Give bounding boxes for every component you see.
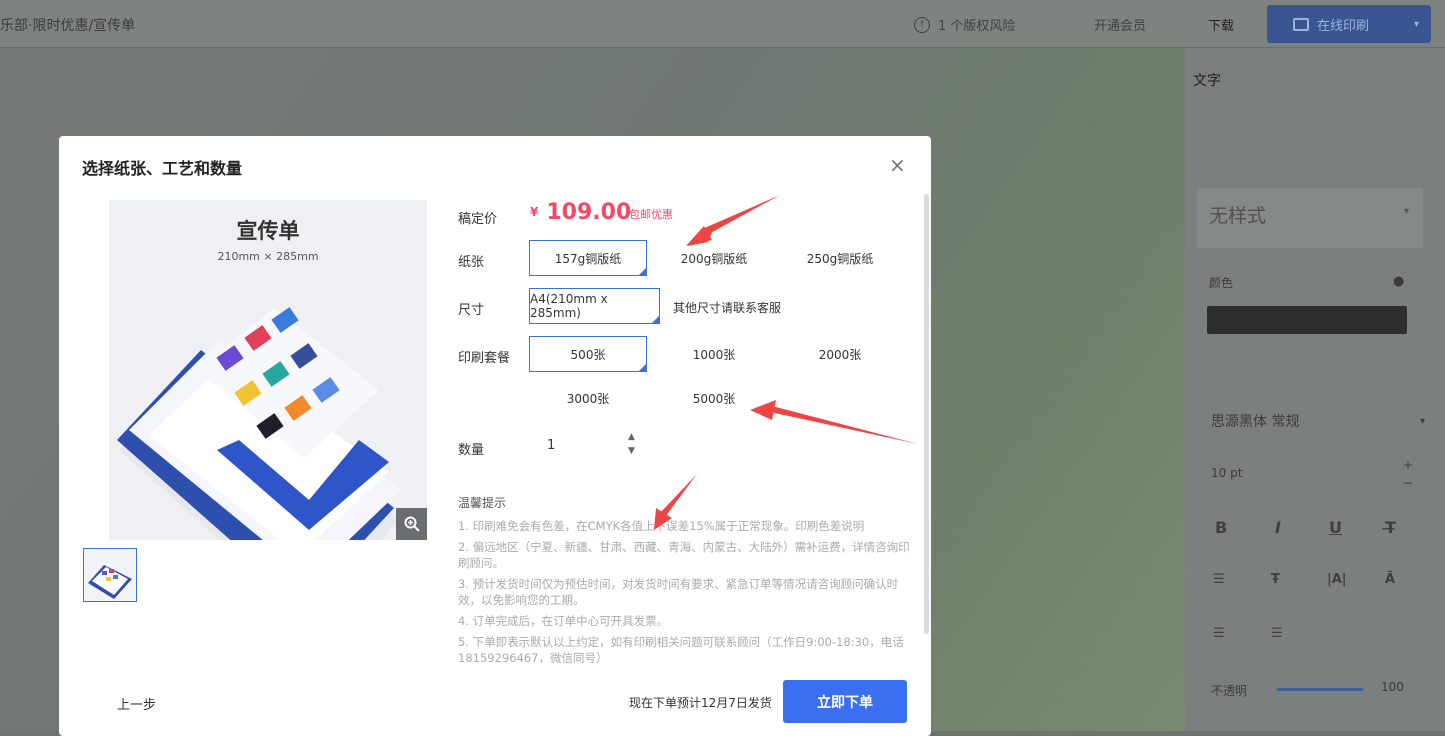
online-print-label: 在线印刷 (1317, 18, 1370, 34)
paper-option-157g[interactable]: 157g铜版纸 (529, 240, 647, 276)
bullet-list-icon[interactable]: ☰ (1213, 626, 1225, 641)
chevron-down-icon: ▾ (1419, 416, 1425, 427)
text-effect-icon[interactable]: Ā (1385, 572, 1395, 587)
chevron-down-icon: ▾ (1403, 206, 1409, 217)
font-size-value[interactable]: 10 pt (1211, 466, 1242, 480)
quantity-label: 数量 (458, 443, 485, 458)
warning-icon: ! (914, 16, 930, 33)
bold-button[interactable]: B (1215, 518, 1227, 537)
online-print-button[interactable]: 在线印刷 ▾ (1267, 5, 1431, 43)
price-label: 稿定价 (458, 212, 498, 227)
numbered-list-icon[interactable]: ☰ (1271, 626, 1283, 641)
package-option-1000[interactable]: 1000张 (655, 336, 773, 372)
breadcrumb[interactable]: 乐部·限时优惠/宣传单 (0, 15, 135, 35)
package-option-500[interactable]: 500张 (529, 336, 647, 372)
chevron-down-icon[interactable]: ▾ (1414, 19, 1419, 30)
close-icon[interactable]: × (889, 153, 906, 177)
copyright-notice[interactable]: ! 1 个版权风险 (914, 15, 1015, 34)
free-shipping-badge: 包邮优惠 (629, 208, 673, 221)
palette-icon[interactable]: ● (1393, 274, 1404, 289)
tip-item: 4. 订单完成后，在订单中心可开具发票。 (458, 614, 669, 628)
paper-option-250g[interactable]: 250g铜版纸 (781, 240, 899, 276)
zoom-in-icon[interactable] (396, 508, 427, 540)
back-button[interactable]: 上一步 (117, 694, 156, 713)
tips-title: 温馨提示 (458, 496, 507, 510)
dialog-title: 选择纸张、工艺和数量 (82, 159, 243, 178)
size-label: 尺寸 (458, 303, 485, 318)
product-preview-image: 宣传单 210mm × 285mm (109, 200, 427, 540)
download-button[interactable]: 下载 (1208, 15, 1234, 34)
package-option-2000[interactable]: 2000张 (781, 336, 899, 372)
top-bar: 乐部·限时优惠/宣传单 ! 1 个版权风险 开通会员 下载 在线印刷 ▾ (0, 0, 1445, 48)
align-left-icon[interactable]: ☰ (1213, 572, 1225, 587)
tip-item: 5. 下单即表示默认以上约定，如有印刷相关问题可联系顾问（工作日9:00-18:… (458, 635, 904, 663)
opacity-label: 不透明 (1211, 684, 1248, 698)
underline-button[interactable]: U (1329, 518, 1342, 537)
print-order-dialog: 选择纸张、工艺和数量 × 宣传单 210mm × 285mm 稿定价 ¥ 109… (59, 136, 931, 736)
copyright-notice-text: 1 个版权风险 (938, 19, 1016, 34)
chevron-up-icon[interactable]: ▲ (628, 432, 635, 442)
package-label: 印刷套餐 (458, 351, 511, 366)
opacity-value: 100 (1381, 680, 1404, 694)
paper-label: 纸张 (458, 255, 485, 270)
style-select[interactable]: 无样式 ▾ (1197, 188, 1423, 248)
printer-icon (1293, 17, 1309, 31)
package-option-5000[interactable]: 5000张 (655, 380, 773, 416)
quantity-input[interactable]: 1 (547, 438, 555, 453)
text-spacing-icon[interactable]: |A| (1327, 572, 1347, 587)
style-select-value: 无样式 (1209, 205, 1267, 227)
font-size-decrease[interactable]: − (1403, 476, 1413, 490)
size-option-a4[interactable]: A4(210mm x 285mm) (529, 288, 660, 324)
strikethrough-button[interactable]: T̶ (1385, 518, 1396, 537)
tip-item: 1. 印刷难免会有色差，在CMYK各值上下误差15%属于正常现象。印刷色差说明 (458, 519, 865, 533)
place-order-button[interactable]: 立即下单 (783, 680, 907, 723)
product-thumbnail[interactable] (83, 548, 137, 602)
package-option-3000[interactable]: 3000张 (529, 380, 647, 416)
font-select-value: 思源黑体 常规 (1211, 414, 1300, 430)
color-label: 颜色 (1209, 276, 1234, 290)
flyer-stack-illustration (117, 307, 401, 540)
tips-list: 1. 印刷难免会有色差，在CMYK各值上下误差15%属于正常现象。印刷色差说明 … (458, 518, 920, 663)
letter-spacing-icon[interactable]: Ŧ (1271, 572, 1280, 587)
tip-item: 2. 偏远地区（宁夏、新疆、甘肃、西藏、青海、内蒙古、大陆外）需补运费，详情咨询… (458, 540, 910, 570)
font-select[interactable]: 思源黑体 常规 ▾ (1197, 404, 1437, 440)
color-swatch[interactable] (1207, 306, 1407, 334)
member-link[interactable]: 开通会员 (1094, 15, 1146, 34)
price-amount: 109.00 (546, 200, 632, 225)
font-size-increase[interactable]: + (1403, 458, 1413, 472)
size-contact-note: 其他尺寸请联系客服 (673, 301, 782, 315)
italic-button[interactable]: I (1275, 518, 1281, 537)
text-properties-panel: 文字 无样式 ▾ 颜色 ● 思源黑体 常规 ▾ 10 pt + − B I U … (1185, 48, 1445, 731)
panel-title: 文字 (1193, 73, 1221, 89)
tip-item: 3. 预计发货时间仅为预估时间，对发货时间有要求、紧急订单等情况请咨询顾问确认时… (458, 577, 899, 607)
shipping-estimate: 现在下单预计12月7日发货 (629, 696, 772, 710)
price-value: ¥109.00 (530, 200, 631, 225)
opacity-slider[interactable] (1277, 688, 1363, 691)
chevron-down-icon[interactable]: ▼ (628, 446, 635, 456)
dialog-scrollbar[interactable] (924, 194, 929, 634)
paper-option-200g[interactable]: 200g铜版纸 (655, 240, 773, 276)
currency-symbol: ¥ (530, 205, 539, 219)
